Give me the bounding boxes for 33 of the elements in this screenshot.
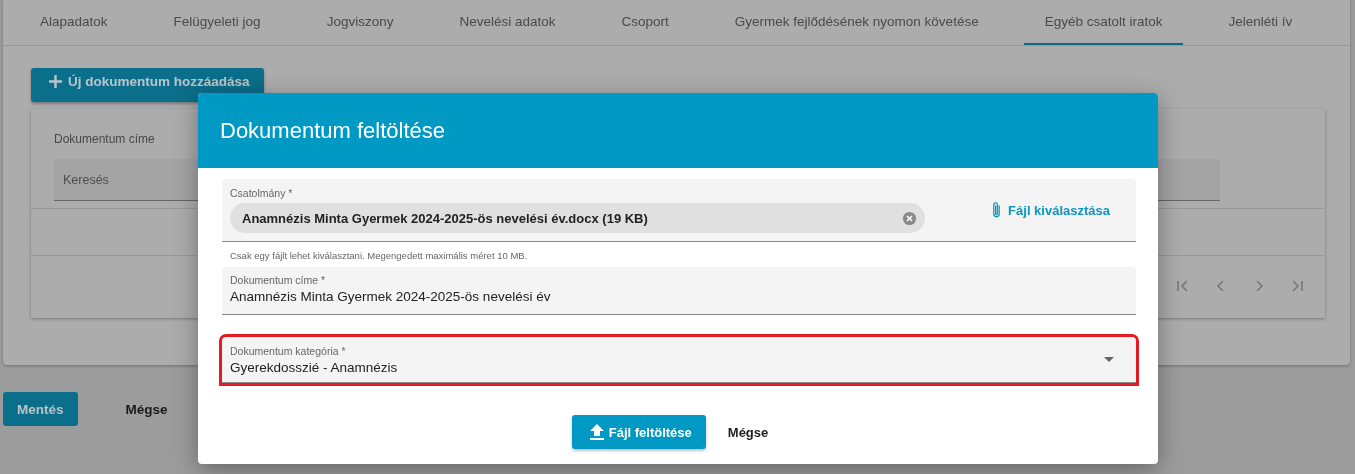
upload-icon	[589, 424, 604, 440]
last-page-icon[interactable]	[1289, 278, 1305, 294]
add-document-button[interactable]: Új dokumentum hozzáadása	[31, 68, 264, 102]
first-page-icon[interactable]	[1175, 278, 1191, 294]
upload-button[interactable]: Fájl feltöltése	[571, 415, 706, 449]
clear-icon[interactable]	[902, 210, 917, 226]
tab[interactable]: Gyermek fejlődésének nyomon követése	[713, 0, 1000, 45]
file-name: Anamnézis Minta Gyermek 2024-2025-ös nevelési év.docx (19 KB)	[242, 210, 649, 226]
title-field[interactable]: Dokumentum címe * Anamnézis Minta Gyermek 2024-2025-ös nevelési év	[222, 267, 1136, 315]
category-select[interactable]: Dokumentum kategória * Gyerekdosszié - Anamnézis	[222, 337, 1136, 383]
selected-value: Gyerekdosszié - Anamnézis	[230, 358, 399, 375]
hint-text: Csak egy fájlt lehet kiválasztani. Megengedett maximális méret 10 MB.	[229, 249, 529, 263]
cancel-button[interactable]: Mégse	[105, 392, 188, 426]
tab[interactable]: Jelenléti ív	[1207, 0, 1314, 45]
paperclip-icon	[991, 201, 1003, 219]
save-button[interactable]: Mentés	[3, 392, 78, 426]
caret-icon	[1104, 357, 1114, 362]
tab[interactable]: Alapadatok	[19, 0, 129, 45]
field-label: Dokumentum címe *	[230, 274, 327, 286]
cancel-button[interactable]: Mégse	[709, 415, 787, 449]
tab[interactable]: Nevelési adatok	[438, 0, 577, 45]
tab[interactable]: Csoport	[600, 0, 690, 45]
tab[interactable]: Felügyeleti jog	[152, 0, 282, 45]
plus-icon	[49, 74, 62, 88]
column-header: Dokumentum címe	[54, 132, 155, 146]
tab[interactable]: Jogviszony	[305, 0, 415, 45]
field-value: Anamnézis Minta Gyermek 2024-2025-ös nevelési év	[230, 288, 552, 304]
choose-file-link[interactable]: Fájl kiválasztása	[991, 201, 1110, 219]
field-label: Dokumentum kategória *	[230, 344, 347, 357]
tab[interactable]: Egyéb csatolt iratok	[1023, 0, 1184, 45]
field-label: Csatolmány *	[230, 187, 294, 199]
attachment-field[interactable]: Csatolmány * Anamnézis Minta Gyermek 2024-2025-ös nevelési év.docx (19 KB) Fájl kiválasztása	[222, 179, 1136, 242]
dialog-title: Dokumentum feltöltése	[220, 117, 445, 144]
